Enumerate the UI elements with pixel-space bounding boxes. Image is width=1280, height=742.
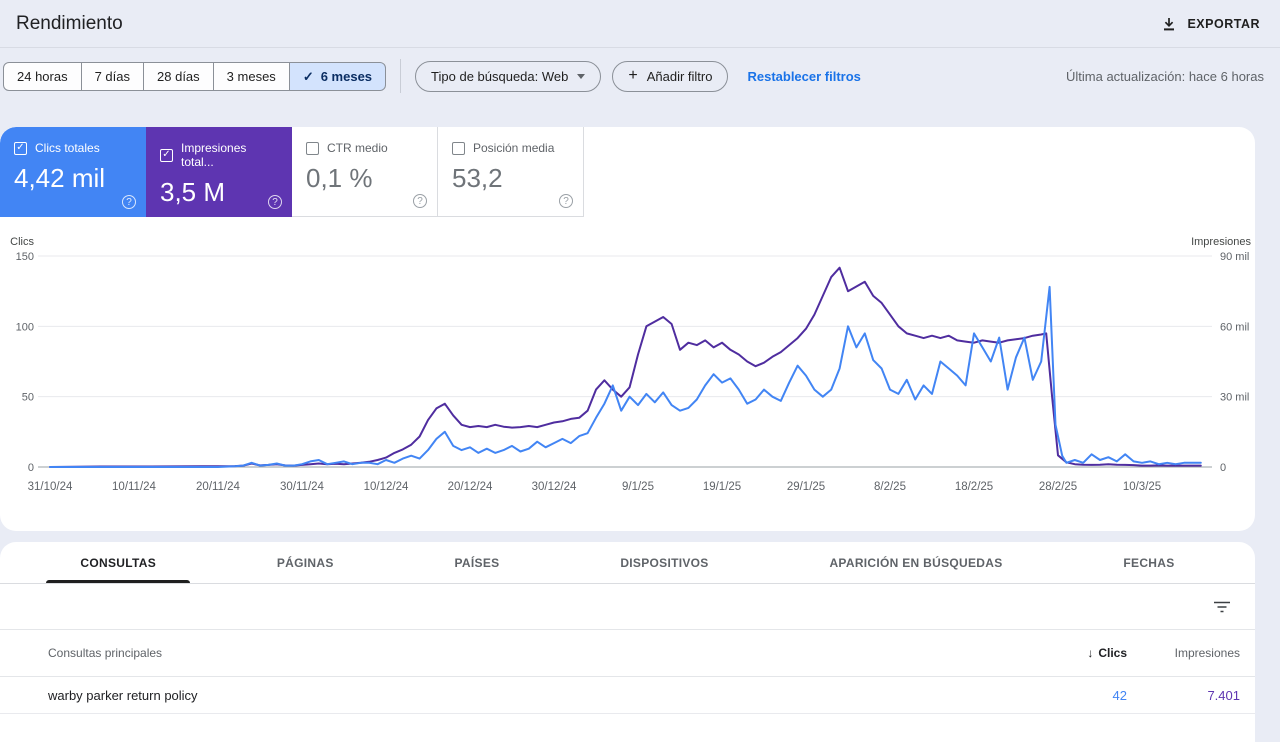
- x-tick-label: 29/1/25: [787, 481, 825, 493]
- impressions-line: [50, 268, 1201, 467]
- filter-list-icon[interactable]: [1213, 600, 1231, 614]
- tab-fechas[interactable]: FECHAS: [1089, 542, 1208, 583]
- dimension-tabs: CONSULTAS PÁGINAS PAÍSES DISPOSITIVOS AP…: [0, 542, 1255, 584]
- ctr-checkbox[interactable]: [306, 142, 319, 155]
- export-label: EXPORTAR: [1187, 17, 1260, 31]
- x-tick-label: 28/2/25: [1039, 481, 1077, 493]
- column-header-queries[interactable]: Consultas principales: [0, 646, 867, 660]
- last-update-text: Última actualización: hace 6 horas: [1066, 69, 1264, 84]
- performance-chart-card: Clics totales 4,42 mil Impresiones total…: [0, 127, 1255, 531]
- y-right-tick-label: 90 mil: [1220, 251, 1249, 263]
- metric-card-impressions[interactable]: Impresiones total... 3,5 M: [146, 127, 292, 217]
- tab-consultas[interactable]: CONSULTAS: [46, 542, 190, 583]
- date-range-group: 24 horas 7 días 28 días 3 meses ✓ 6 mese…: [3, 62, 386, 91]
- metric-label: Impresiones total...: [181, 141, 280, 169]
- x-tick-label: 10/11/24: [112, 481, 157, 493]
- metric-value: 4,42 mil: [14, 163, 134, 194]
- y-right-tick-label: 60 mil: [1220, 321, 1249, 333]
- export-button[interactable]: EXPORTAR: [1161, 16, 1260, 32]
- tab-dispositivos[interactable]: DISPOSITIVOS: [586, 542, 742, 583]
- y-left-tick-label: 100: [16, 321, 34, 333]
- y-left-tick-label: 150: [16, 251, 34, 263]
- column-header-impressions[interactable]: Impresiones: [1127, 646, 1255, 660]
- x-tick-label: 10/3/25: [1123, 481, 1161, 493]
- y-left-axis-title: Clics: [10, 236, 34, 248]
- x-tick-label: 9/1/25: [622, 481, 654, 493]
- y-right-tick-label: 30 mil: [1220, 392, 1249, 404]
- metric-card-clicks[interactable]: Clics totales 4,42 mil: [0, 127, 146, 217]
- divider: [400, 59, 401, 93]
- metric-card-position[interactable]: Posición media 53,2: [438, 127, 584, 217]
- check-icon: ✓: [303, 70, 314, 83]
- range-6-meses-selected[interactable]: ✓ 6 meses: [289, 62, 386, 91]
- clicks-line: [50, 287, 1201, 467]
- metric-value: 53,2: [452, 163, 571, 194]
- x-tick-label: 10/12/24: [364, 481, 409, 493]
- metric-label: Posición media: [473, 141, 554, 155]
- y-right-axis-title: Impresiones: [1191, 236, 1251, 248]
- range-24-horas[interactable]: 24 horas: [3, 62, 82, 91]
- position-checkbox[interactable]: [452, 142, 465, 155]
- x-tick-label: 8/2/25: [874, 481, 906, 493]
- reset-filters-link[interactable]: Restablecer filtros: [747, 69, 860, 84]
- x-tick-label: 30/11/24: [280, 481, 325, 493]
- tab-paises[interactable]: PAÍSES: [421, 542, 534, 583]
- query-cell[interactable]: warby parker return policy: [0, 688, 867, 703]
- help-icon[interactable]: [413, 194, 427, 208]
- range-3-meses[interactable]: 3 meses: [213, 62, 290, 91]
- help-icon[interactable]: [268, 195, 282, 209]
- y-right-tick-label: 0: [1220, 462, 1226, 474]
- metric-value: 0,1 %: [306, 163, 425, 194]
- help-icon[interactable]: [559, 194, 573, 208]
- table-row[interactable]: warby parker return policy 42 7.401: [0, 677, 1255, 714]
- x-tick-label: 18/2/25: [955, 481, 993, 493]
- y-left-tick-label: 50: [22, 392, 34, 404]
- x-tick-label: 19/1/25: [703, 481, 741, 493]
- clicks-checkbox[interactable]: [14, 142, 27, 155]
- top-bar: Rendimiento EXPORTAR: [0, 0, 1280, 48]
- metric-card-ctr[interactable]: CTR medio 0,1 %: [292, 127, 438, 217]
- dimensions-table-card: CONSULTAS PÁGINAS PAÍSES DISPOSITIVOS AP…: [0, 542, 1255, 742]
- performance-line-chart[interactable]: 150 90 mil 100 60 mil 50 30 mil 0 0 Clics Impresi…: [0, 230, 1255, 502]
- tab-paginas[interactable]: PÁGINAS: [243, 542, 368, 583]
- x-tick-label: 20/11/24: [196, 481, 241, 493]
- range-28-dias[interactable]: 28 días: [143, 62, 214, 91]
- x-tick-label: 20/12/24: [448, 481, 493, 493]
- y-left-tick-label: 0: [28, 462, 34, 474]
- caret-down-icon: [577, 74, 585, 79]
- clicks-cell: 42: [867, 688, 1127, 703]
- metric-label: Clics totales: [35, 141, 100, 155]
- page-title: Rendimiento: [16, 13, 123, 35]
- x-tick-label: 31/10/24: [28, 481, 73, 493]
- range-7-dias[interactable]: 7 días: [81, 62, 144, 91]
- metric-value: 3,5 M: [160, 177, 280, 208]
- column-header-clicks[interactable]: ↓Clics: [867, 646, 1127, 660]
- metric-cards: Clics totales 4,42 mil Impresiones total…: [0, 127, 1255, 217]
- add-filter-button[interactable]: + Añadir filtro: [612, 61, 728, 92]
- table-toolbar: [0, 584, 1255, 630]
- sort-desc-icon: ↓: [1087, 646, 1093, 660]
- table-header-row: Consultas principales ↓Clics Impresiones: [0, 630, 1255, 677]
- filter-bar: 24 horas 7 días 28 días 3 meses ✓ 6 mese…: [0, 48, 1280, 104]
- download-icon: [1161, 16, 1177, 32]
- impressions-cell: 7.401: [1127, 688, 1255, 703]
- search-type-dropdown[interactable]: Tipo de búsqueda: Web: [415, 61, 601, 92]
- plus-icon: +: [628, 68, 637, 84]
- impressions-checkbox[interactable]: [160, 149, 173, 162]
- x-tick-label: 30/12/24: [532, 481, 577, 493]
- tab-aparicion-en-busquedas[interactable]: APARICIÓN EN BÚSQUEDAS: [795, 542, 1036, 583]
- metric-label: CTR medio: [327, 141, 388, 155]
- help-icon[interactable]: [122, 195, 136, 209]
